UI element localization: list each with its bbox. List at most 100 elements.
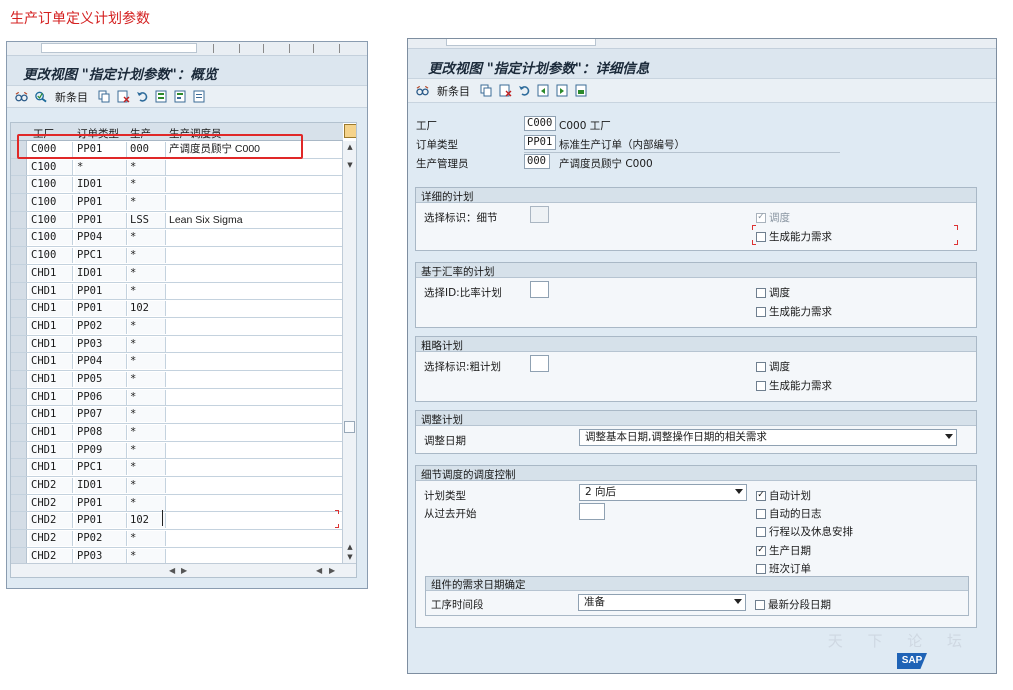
delete-icon[interactable] bbox=[117, 90, 130, 103]
cell-order-type[interactable]: PP02 bbox=[75, 318, 127, 334]
scroll-down-bottom-icon[interactable]: ▼ bbox=[345, 553, 355, 561]
cell-production[interactable]: * bbox=[128, 495, 166, 511]
cell-scheduler[interactable] bbox=[167, 425, 343, 440]
cell-order-type[interactable]: PP07 bbox=[75, 407, 127, 423]
cell-production[interactable]: * bbox=[128, 248, 166, 264]
cell-production[interactable]: * bbox=[128, 159, 166, 175]
cell-plant[interactable]: CHD1 bbox=[29, 336, 73, 352]
cell-plant[interactable]: CHD2 bbox=[29, 478, 73, 494]
detailed-capacity-checkbox[interactable]: 生成能力需求 bbox=[756, 229, 832, 244]
table-row[interactable]: CHD2 ID01 * bbox=[11, 477, 343, 495]
cell-scheduler[interactable] bbox=[167, 266, 343, 281]
cell-plant[interactable]: C100 bbox=[29, 248, 73, 264]
cell-order-type[interactable]: PP01 bbox=[75, 495, 127, 511]
horizontal-scrollbar[interactable]: ◀ ▶ ◀ ▶ bbox=[11, 563, 356, 577]
table-row[interactable]: CHD2 PP01 102 bbox=[11, 512, 343, 531]
cell-plant[interactable]: CHD1 bbox=[29, 460, 73, 476]
cell-scheduler[interactable]: Lean Six Sigma bbox=[167, 213, 343, 228]
cell-plant[interactable]: CHD1 bbox=[29, 425, 73, 440]
select-all-icon[interactable] bbox=[155, 90, 168, 103]
cell-scheduler[interactable] bbox=[167, 443, 343, 458]
table-row[interactable]: CHD1 PPC1 * bbox=[11, 459, 343, 478]
cell-plant[interactable]: CHD2 bbox=[29, 513, 73, 529]
previous-entry-icon[interactable] bbox=[537, 84, 550, 97]
cell-production[interactable]: * bbox=[128, 318, 166, 334]
detailed-scheduling-checkbox[interactable]: ✓ 调度 bbox=[756, 210, 790, 225]
cell-plant[interactable]: CHD2 bbox=[29, 495, 73, 511]
row-selector[interactable] bbox=[11, 247, 27, 264]
cell-plant[interactable]: C100 bbox=[29, 159, 73, 175]
row-selector[interactable] bbox=[11, 459, 27, 477]
cell-production[interactable]: * bbox=[128, 460, 166, 476]
cell-production[interactable]: * bbox=[128, 177, 166, 193]
cell-order-type[interactable]: PP01 bbox=[75, 301, 127, 317]
vertical-scrollbar[interactable]: ▲ ▼ ▲ ▼ bbox=[342, 141, 356, 564]
new-entries-button[interactable]: 新条目 bbox=[55, 89, 88, 105]
selection-rate-input[interactable] bbox=[530, 281, 549, 298]
breaks-checkbox[interactable]: 行程以及休息安排 bbox=[756, 524, 853, 539]
cell-order-type[interactable]: PP01 bbox=[75, 195, 127, 211]
row-selector[interactable] bbox=[11, 370, 27, 388]
row-selector[interactable] bbox=[11, 530, 27, 547]
cell-order-type[interactable]: PP02 bbox=[75, 531, 127, 547]
scroll-left-end-icon[interactable]: ◀ bbox=[316, 566, 322, 575]
cell-production[interactable]: * bbox=[128, 230, 166, 246]
cell-order-type[interactable]: PP05 bbox=[75, 371, 127, 387]
table-row[interactable]: C100 ID01 * bbox=[11, 176, 343, 195]
table-row[interactable]: C100 PP04 * bbox=[11, 229, 343, 248]
selection-detail-input[interactable] bbox=[530, 206, 549, 223]
cell-production[interactable]: * bbox=[128, 389, 166, 405]
cell-scheduler[interactable] bbox=[167, 478, 343, 493]
row-selector[interactable] bbox=[11, 282, 27, 300]
cell-scheduler[interactable] bbox=[167, 195, 343, 210]
start-in-past-input[interactable] bbox=[579, 503, 605, 520]
table-row[interactable]: CHD1 PP02 * bbox=[11, 317, 343, 336]
cell-order-type[interactable]: PP04 bbox=[75, 354, 127, 370]
row-selector[interactable] bbox=[11, 300, 27, 317]
cell-scheduler[interactable] bbox=[167, 496, 343, 511]
row-selector[interactable] bbox=[11, 441, 27, 459]
table-row[interactable]: CHD1 PP06 * bbox=[11, 388, 343, 407]
copy-icon[interactable] bbox=[98, 90, 111, 103]
row-selector[interactable] bbox=[11, 194, 27, 211]
cell-plant[interactable]: C100 bbox=[29, 177, 73, 193]
cell-production[interactable]: * bbox=[128, 425, 166, 440]
row-selector[interactable] bbox=[11, 512, 27, 530]
scroll-thumb[interactable] bbox=[344, 421, 355, 433]
table-row[interactable]: CHD1 ID01 * bbox=[11, 264, 343, 283]
cell-scheduler[interactable] bbox=[167, 390, 343, 405]
segment-dropdown[interactable]: 准备 bbox=[578, 594, 746, 611]
row-selector[interactable] bbox=[11, 176, 27, 194]
cell-production[interactable]: * bbox=[128, 283, 166, 299]
delete-icon[interactable] bbox=[499, 84, 512, 97]
table-row[interactable]: CHD1 PP04 * bbox=[11, 353, 343, 371]
cell-plant[interactable]: C100 bbox=[29, 195, 73, 211]
cell-plant[interactable]: C100 bbox=[29, 212, 73, 228]
cell-plant[interactable]: CHD1 bbox=[29, 301, 73, 317]
cell-order-type[interactable]: PP01 bbox=[75, 513, 127, 529]
row-selector[interactable] bbox=[11, 229, 27, 247]
scroll-right-icon[interactable]: ▶ bbox=[181, 566, 187, 575]
cell-order-type[interactable]: PP01 bbox=[75, 283, 127, 299]
table-row[interactable]: C100 PP01 LSS Lean Six Sigma bbox=[11, 211, 343, 230]
cell-order-type[interactable]: PP06 bbox=[75, 389, 127, 405]
cell-production[interactable]: * bbox=[128, 195, 166, 211]
table-row[interactable]: CHD2 PP02 * bbox=[11, 530, 343, 548]
row-selector[interactable] bbox=[11, 264, 27, 282]
cell-plant[interactable]: CHD1 bbox=[29, 389, 73, 405]
command-field[interactable] bbox=[41, 43, 197, 53]
cell-scheduler[interactable] bbox=[167, 354, 343, 369]
row-selector[interactable] bbox=[11, 388, 27, 406]
adjust-date-dropdown[interactable]: 调整基本日期,调整操作日期的相关需求 bbox=[579, 429, 957, 446]
row-selector[interactable] bbox=[11, 424, 27, 441]
cell-order-type[interactable]: PP08 bbox=[75, 425, 127, 440]
next-entry-icon[interactable] bbox=[556, 84, 569, 97]
cell-order-type[interactable]: PPC1 bbox=[75, 248, 127, 264]
auto-schedule-checkbox[interactable]: ✓ 自动计划 bbox=[756, 488, 811, 503]
shift-order-checkbox[interactable]: 班次订单 bbox=[756, 561, 811, 576]
cell-scheduler[interactable] bbox=[167, 284, 343, 299]
cell-plant[interactable]: CHD1 bbox=[29, 354, 73, 370]
row-selector[interactable] bbox=[11, 158, 27, 176]
row-selector[interactable] bbox=[11, 406, 27, 423]
row-selector[interactable] bbox=[11, 477, 27, 494]
